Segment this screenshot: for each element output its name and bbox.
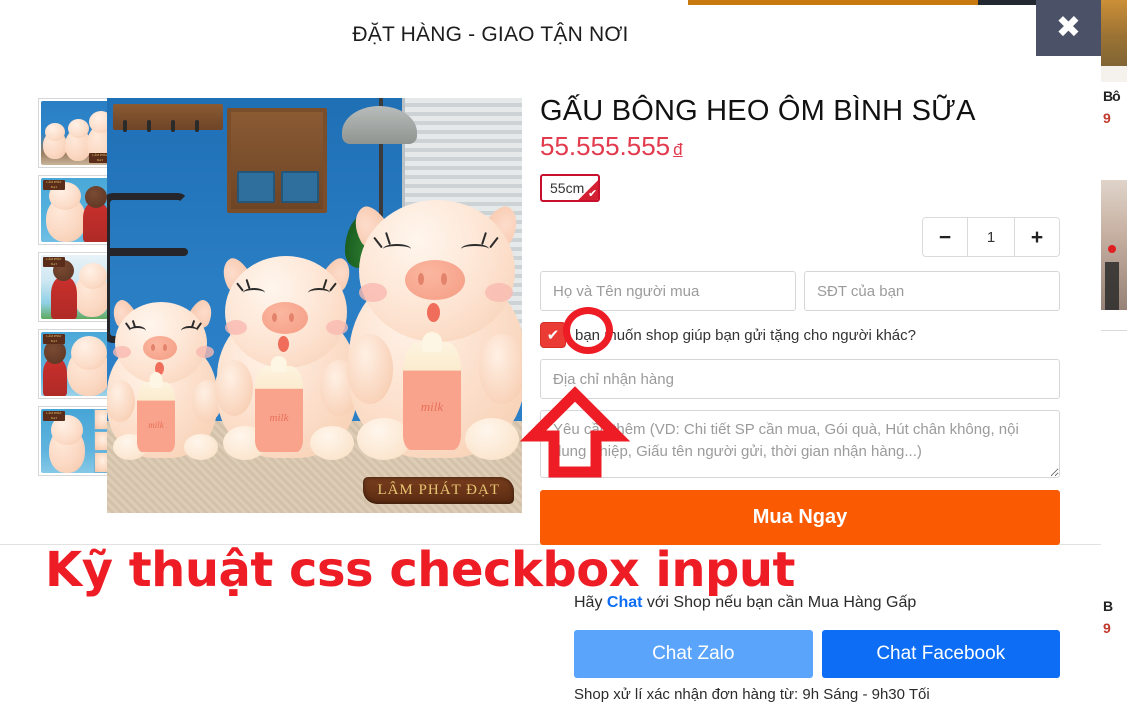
background-page-strip: Bô 9 B 9 bbox=[1101, 0, 1127, 718]
coat-hooks bbox=[113, 104, 223, 130]
background-dot bbox=[1108, 245, 1116, 253]
modal-header: ĐẶT HÀNG - GIAO TẬN NƠI bbox=[0, 5, 1101, 63]
screen-root: Bô 9 B 9 ĐẶT HÀNG - GIAO TẬN NƠI LÂM PHÁ… bbox=[0, 0, 1127, 718]
background-text-4: 9 bbox=[1103, 620, 1111, 636]
thumbnail-item-2[interactable]: LÂM PHÁT ĐẠT bbox=[38, 175, 116, 245]
wall-shelf bbox=[227, 108, 327, 213]
variant-list: 55cm ✔ bbox=[540, 174, 1060, 207]
plush-pig-large: milk bbox=[346, 168, 522, 460]
chat-button-row: Chat Zalo Chat Facebook bbox=[574, 630, 1060, 678]
thumbnail-item-5[interactable]: LÂM PHÁT ĐẠT bbox=[38, 406, 116, 476]
thumbnail-list: LÂM PHÁT ĐẠT LÂM PHÁT ĐẠT LÂM PHÁT ĐẠT L… bbox=[0, 63, 116, 568]
gift-option-row: ✔ bạn muốn shop giúp bạn gửi tặng cho ng… bbox=[540, 322, 1060, 349]
price-currency: đ bbox=[673, 140, 683, 160]
variant-label: 55cm bbox=[550, 180, 585, 197]
page-title: ĐẶT HÀNG - GIAO TẬN NƠI bbox=[352, 23, 629, 46]
plush-pig-small: milk bbox=[107, 278, 222, 460]
quantity-increase-button[interactable]: + bbox=[1015, 218, 1059, 257]
price-row: 55.555.555 đ bbox=[540, 131, 1060, 162]
thumbnail-item-1[interactable]: LÂM PHÁT ĐẠT bbox=[38, 98, 116, 168]
buyer-fields-row bbox=[540, 271, 1060, 312]
thumbnail-image-3: LÂM PHÁT ĐẠT bbox=[41, 255, 113, 319]
chat-zalo-button[interactable]: Chat Zalo bbox=[574, 630, 813, 678]
thumbnail-image-5: LÂM PHÁT ĐẠT bbox=[41, 409, 113, 473]
background-text-2: 9 bbox=[1103, 110, 1111, 126]
check-icon: ✔ bbox=[588, 188, 598, 201]
gift-checkbox-label: bạn muốn shop giúp bạn gửi tặng cho ngườ… bbox=[575, 326, 916, 344]
chat-link[interactable]: Chat bbox=[607, 594, 643, 611]
chat-hours-note: Shop xử lí xác nhận đơn hàng từ: 9h Sáng… bbox=[574, 686, 930, 703]
variant-option-55cm[interactable]: 55cm ✔ bbox=[540, 174, 601, 203]
quantity-row: − + bbox=[540, 217, 1060, 258]
quantity-stepper: − + bbox=[922, 217, 1060, 258]
order-note-textarea[interactable] bbox=[540, 410, 1060, 479]
background-divider bbox=[1101, 330, 1127, 331]
background-dark-block bbox=[1105, 262, 1119, 310]
delivery-address-input[interactable] bbox=[540, 359, 1060, 400]
quantity-input[interactable] bbox=[967, 218, 1015, 257]
chat-prompt-before: Hãy bbox=[574, 594, 607, 611]
chat-prompt-after: với Shop nếu bạn cần Mua Hàng Gấp bbox=[642, 594, 917, 611]
thumbnail-image-2: LÂM PHÁT ĐẠT bbox=[41, 178, 113, 242]
gift-checkbox[interactable]: ✔ bbox=[540, 322, 566, 349]
quantity-decrease-button[interactable]: − bbox=[923, 218, 967, 257]
product-detail-panel: GẤU BÔNG HEO ÔM BÌNH SỮA 55.555.555 đ 55c… bbox=[522, 63, 1101, 568]
modal-body: LÂM PHÁT ĐẠT LÂM PHÁT ĐẠT LÂM PHÁT ĐẠT L… bbox=[0, 63, 1101, 568]
background-text-1: Bô bbox=[1103, 88, 1121, 104]
thumbnail-item-4[interactable]: LÂM PHÁT ĐẠT bbox=[38, 329, 116, 399]
checkmark-icon: ✔ bbox=[546, 326, 560, 344]
buy-now-button[interactable]: Mua Ngay bbox=[540, 490, 1060, 546]
chat-section: Hãy Chat với Shop nếu bạn cần Mua Hàng G… bbox=[0, 546, 1101, 718]
thumbnail-image-1: LÂM PHÁT ĐẠT bbox=[41, 101, 113, 165]
close-button[interactable]: ✖ bbox=[1036, 0, 1101, 56]
product-title: GẤU BÔNG HEO ÔM BÌNH SỮA bbox=[540, 95, 976, 127]
plush-pig-medium: milk bbox=[215, 228, 360, 460]
product-main-image[interactable]: milk milk milk LÂM PHÁT ĐẠT bbox=[107, 98, 522, 513]
product-price: 55.555.555 bbox=[540, 131, 671, 162]
chat-facebook-button[interactable]: Chat Facebook bbox=[821, 630, 1060, 678]
buyer-phone-input[interactable] bbox=[804, 271, 1060, 312]
buyer-name-input[interactable] bbox=[540, 271, 796, 312]
thumbnail-image-4: LÂM PHÁT ĐẠT bbox=[41, 332, 113, 396]
chat-prompt: Hãy Chat với Shop nếu bạn cần Mua Hàng G… bbox=[574, 594, 1060, 612]
background-banner bbox=[1101, 0, 1127, 66]
background-text-3: B bbox=[1103, 598, 1114, 614]
close-x-icon: ✖ bbox=[1055, 10, 1082, 45]
milk-bottle-medium: milk bbox=[255, 356, 303, 452]
background-banner-label bbox=[1101, 66, 1127, 82]
milk-bottle-large: milk bbox=[403, 332, 461, 450]
watermark: LÂM PHÁT ĐẠT bbox=[363, 477, 514, 504]
milk-bottle-small: milk bbox=[137, 372, 175, 452]
thumbnail-item-3[interactable]: LÂM PHÁT ĐẠT bbox=[38, 252, 116, 322]
order-modal: ĐẶT HÀNG - GIAO TẬN NƠI LÂM PHÁT ĐẠT LÂM… bbox=[0, 5, 1101, 568]
